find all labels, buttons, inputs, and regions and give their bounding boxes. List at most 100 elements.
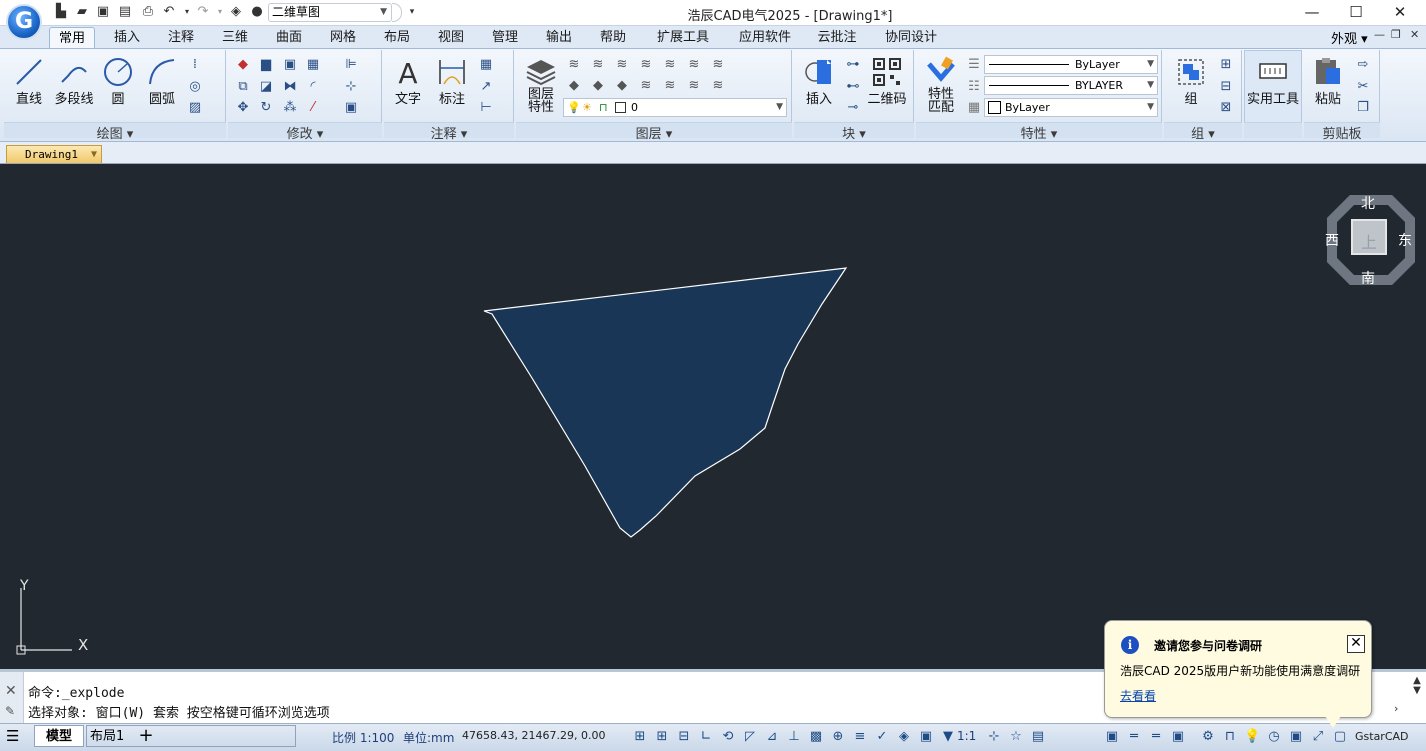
status-toggle-6-icon[interactable]: ⊿ xyxy=(764,729,780,745)
comment-icon[interactable]: ● xyxy=(249,4,265,20)
ribbon-minimize-icon[interactable]: — xyxy=(1374,28,1385,41)
close-command-icon[interactable]: ✕ xyxy=(5,683,17,699)
workspace-select[interactable]: 二维草图 ▼ xyxy=(268,3,392,22)
insert-block-button[interactable]: 插入 xyxy=(800,56,838,107)
status-toggle-24-icon[interactable]: 💡 xyxy=(1244,729,1260,745)
viewcube-north[interactable]: 北 xyxy=(1361,193,1375,213)
block-editor-icon[interactable]: ⊶ xyxy=(845,57,861,73)
trim-icon[interactable]: ⁄ xyxy=(305,100,321,116)
tab-4[interactable]: 曲面 xyxy=(266,27,312,48)
status-toggle-20-icon[interactable]: ═ xyxy=(1148,729,1164,745)
close-tab-icon[interactable]: ▼ xyxy=(91,146,97,163)
tab-10[interactable]: 帮助 xyxy=(590,27,636,48)
tab-11[interactable]: 扩展工具 xyxy=(644,27,722,48)
maximize-button[interactable]: ☐ xyxy=(1334,1,1378,25)
table-icon[interactable]: ▦ xyxy=(478,57,494,73)
panel-draw-label[interactable]: 绘图 ▾ xyxy=(4,122,226,142)
document-tab[interactable]: Drawing1 ▼ xyxy=(6,145,102,163)
redo-icon[interactable]: ↷ xyxy=(195,4,211,20)
close-button[interactable]: ✕ xyxy=(1378,1,1422,25)
status-toggle-2-icon[interactable]: ⊟ xyxy=(676,729,692,745)
notification-link[interactable]: 去看看 xyxy=(1120,687,1156,704)
notification-close-button[interactable]: ✕ xyxy=(1347,635,1365,653)
status-toggle-16-icon[interactable]: ☆ xyxy=(1008,729,1024,745)
edit-icon[interactable]: ▣ xyxy=(343,100,359,116)
offset-icon[interactable]: ▣ xyxy=(282,57,298,73)
status-toggle-12-icon[interactable]: ◈ xyxy=(896,729,912,745)
status-toggle-17-icon[interactable]: ▤ xyxy=(1030,729,1046,745)
ribbon-restore-icon[interactable]: ❐ xyxy=(1391,28,1401,41)
add-layout-button[interactable]: + xyxy=(136,725,156,747)
move-icon[interactable]: ✥ xyxy=(235,100,251,116)
layer-current-icon[interactable]: ≋ xyxy=(662,78,678,94)
print-icon[interactable]: ⎙ xyxy=(140,4,156,20)
minimize-button[interactable]: — xyxy=(1290,1,1334,25)
mirror-icon[interactable]: ⧓ xyxy=(282,79,298,95)
app-menu-logo-icon[interactable]: G xyxy=(6,4,42,40)
appearance-menu[interactable]: 外观 ▾ xyxy=(1331,28,1368,47)
color-select[interactable]: ByLayer ▼ xyxy=(984,98,1158,117)
status-toggle-5-icon[interactable]: ◸ xyxy=(742,729,758,745)
status-scale[interactable]: 比例 1:100 xyxy=(332,729,394,746)
save-icon[interactable]: ▣ xyxy=(95,4,111,20)
utilities-button[interactable]: 实用工具 xyxy=(1246,56,1300,107)
status-toggle-15-icon[interactable]: ⊹ xyxy=(986,729,1002,745)
copy-icon[interactable]: ▆ xyxy=(258,57,274,73)
new-file-icon[interactable]: ▙ xyxy=(53,4,69,20)
layer-unisolate-icon[interactable]: ≋ xyxy=(590,57,606,73)
status-toggle-10-icon[interactable]: ≡ xyxy=(852,729,868,745)
dimension-button[interactable]: 标注 xyxy=(434,56,470,107)
status-toggle-14-icon[interactable]: ▼ xyxy=(940,729,956,745)
status-toggle-1-icon[interactable]: ⊞ xyxy=(654,729,670,745)
status-toggle-23-icon[interactable]: ⊓ xyxy=(1222,729,1238,745)
model-tab[interactable]: 模型 xyxy=(34,725,84,747)
layer-delete-icon[interactable]: ≋ xyxy=(638,78,654,94)
status-toggle-9-icon[interactable]: ⊕ xyxy=(830,729,846,745)
menu-icon[interactable]: ☰ xyxy=(6,729,19,744)
hatch-icon[interactable]: ▨ xyxy=(187,100,203,116)
status-toggle-8-icon[interactable]: ▩ xyxy=(808,729,824,745)
match-properties-button[interactable]: 特性 匹配 xyxy=(922,56,960,114)
layer-walk-icon[interactable]: ≋ xyxy=(710,57,726,73)
layer-lock-icon[interactable]: ≋ xyxy=(662,57,678,73)
viewcube-top[interactable]: 上 xyxy=(1361,229,1377,253)
panel-modify-label[interactable]: 修改 ▾ xyxy=(228,122,382,142)
panel-group-label[interactable]: 组 ▾ xyxy=(1164,122,1242,142)
status-toggle-25-icon[interactable]: ◷ xyxy=(1266,729,1282,745)
panel-annotate-label[interactable]: 注释 ▾ xyxy=(384,122,514,142)
group-edit-icon[interactable]: ⊟ xyxy=(1218,79,1234,95)
tab-7[interactable]: 视图 xyxy=(428,27,474,48)
text-button[interactable]: A 文字 xyxy=(390,56,426,107)
command-prompt-line[interactable]: 选择对象: 窗口(W) 套索 按空格键可循环浏览选项 xyxy=(28,702,330,721)
redo-dropdown-icon[interactable]: ▾ xyxy=(212,4,228,20)
status-toggle-19-icon[interactable]: ═ xyxy=(1126,729,1142,745)
status-toggle-21-icon[interactable]: ▣ xyxy=(1170,729,1186,745)
status-toggle-26-icon[interactable]: ▣ xyxy=(1288,729,1304,745)
status-toggle-11-icon[interactable]: ✓ xyxy=(874,729,890,745)
explode-icon[interactable]: ⁂ xyxy=(282,100,298,116)
undo-icon[interactable]: ↶ xyxy=(161,4,177,20)
tab-13[interactable]: 云批注 xyxy=(808,27,866,48)
rotate-icon[interactable]: ↻ xyxy=(258,100,274,116)
viewcube-west[interactable]: 西 xyxy=(1325,230,1339,250)
erase-icon[interactable]: ◆ xyxy=(235,57,251,73)
point-icon[interactable]: ⁞ xyxy=(187,57,203,73)
tab-14[interactable]: 协同设计 xyxy=(870,27,952,48)
block-attribute-icon[interactable]: ⊷ xyxy=(845,79,861,95)
status-toggle-3-icon[interactable]: ∟ xyxy=(698,729,714,745)
arc-button[interactable]: 圆弧 xyxy=(143,56,181,107)
tab-6[interactable]: 布局 xyxy=(374,27,420,48)
leader-icon[interactable]: ↗ xyxy=(478,79,494,95)
drawn-region-shape[interactable] xyxy=(483,267,848,538)
tab-5[interactable]: 网格 xyxy=(320,27,366,48)
align-icon[interactable]: ⊫ xyxy=(343,57,359,73)
status-toggle-27-icon[interactable]: ⤢ xyxy=(1310,729,1326,745)
open-folder-icon[interactable]: ▰ xyxy=(74,4,90,20)
command-settings-icon[interactable]: ✎ xyxy=(5,704,15,718)
tab-12[interactable]: 应用软件 xyxy=(726,27,804,48)
tab-0[interactable]: 常用 xyxy=(49,27,95,48)
undo-dropdown-icon[interactable]: ▾ xyxy=(179,4,195,20)
ribbon-close-icon[interactable]: ✕ xyxy=(1410,28,1419,41)
tab-1[interactable]: 插入 xyxy=(103,27,151,48)
panel-properties-label[interactable]: 特性 ▾ xyxy=(916,122,1162,142)
